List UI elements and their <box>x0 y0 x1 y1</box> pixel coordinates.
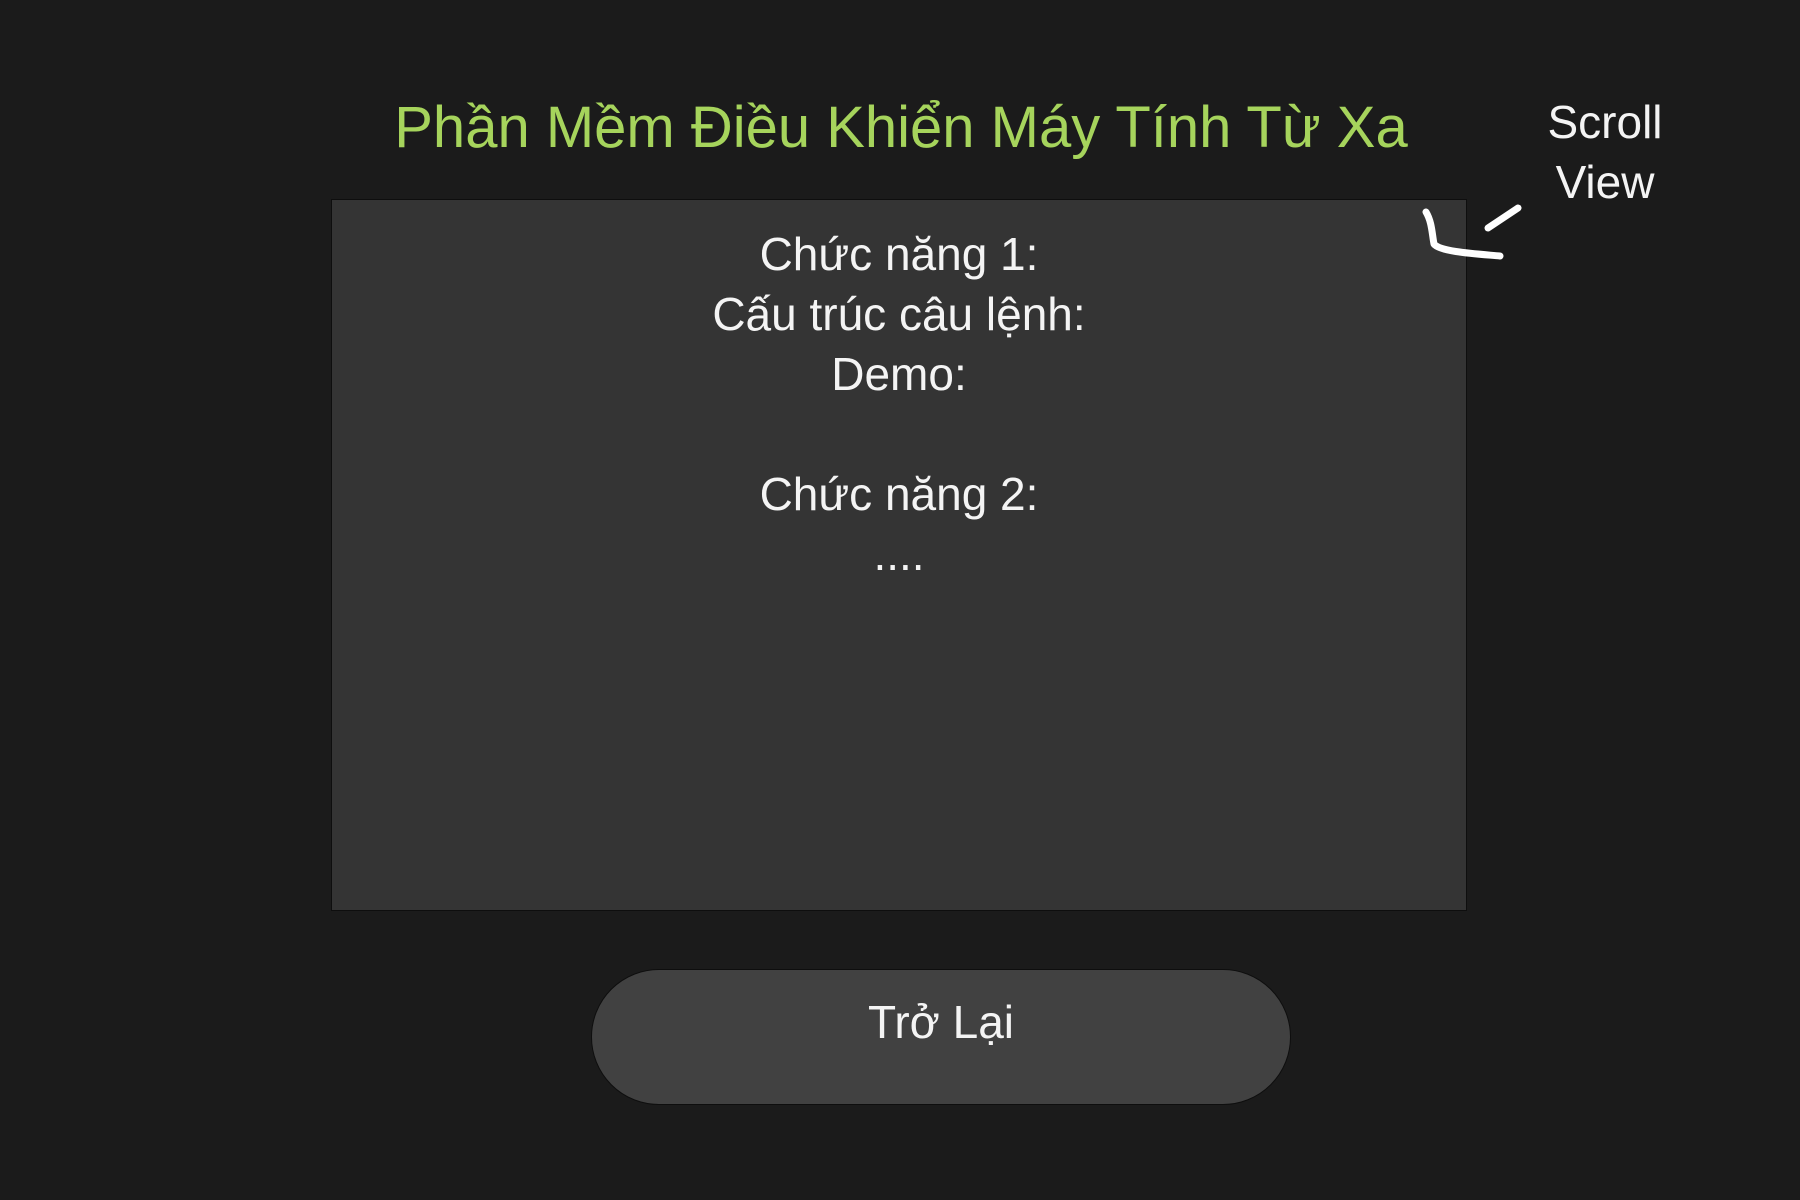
back-button-label: Trở Lại <box>867 996 1015 1048</box>
screen: Phần Mềm Điều Khiển Máy Tính Từ Xa Chức … <box>0 0 1800 1200</box>
scroll-view-annotation: Scroll View <box>1540 92 1670 212</box>
feature-1-heading: Chức năng 1: <box>759 228 1039 280</box>
hand-drawn-arrow-icon <box>1422 204 1522 260</box>
demo-label: Demo: <box>831 348 967 400</box>
annotation-line-2: View <box>1555 156 1655 208</box>
annotation-line-1: Scroll <box>1547 96 1663 148</box>
scroll-view[interactable]: Chức năng 1: Cấu trúc câu lệnh: Demo: Ch… <box>331 199 1467 911</box>
page-title: Phần Mềm Điều Khiển Máy Tính Từ Xa <box>394 95 1408 160</box>
command-structure-label: Cấu trúc câu lệnh: <box>712 288 1086 340</box>
back-button[interactable]: Trở Lại <box>591 969 1291 1105</box>
ellipsis-text: .... <box>873 528 925 580</box>
blank-line <box>332 404 1466 464</box>
scroll-view-content: Chức năng 1: Cấu trúc câu lệnh: Demo: Ch… <box>332 200 1466 584</box>
feature-2-heading: Chức năng 2: <box>759 468 1039 520</box>
